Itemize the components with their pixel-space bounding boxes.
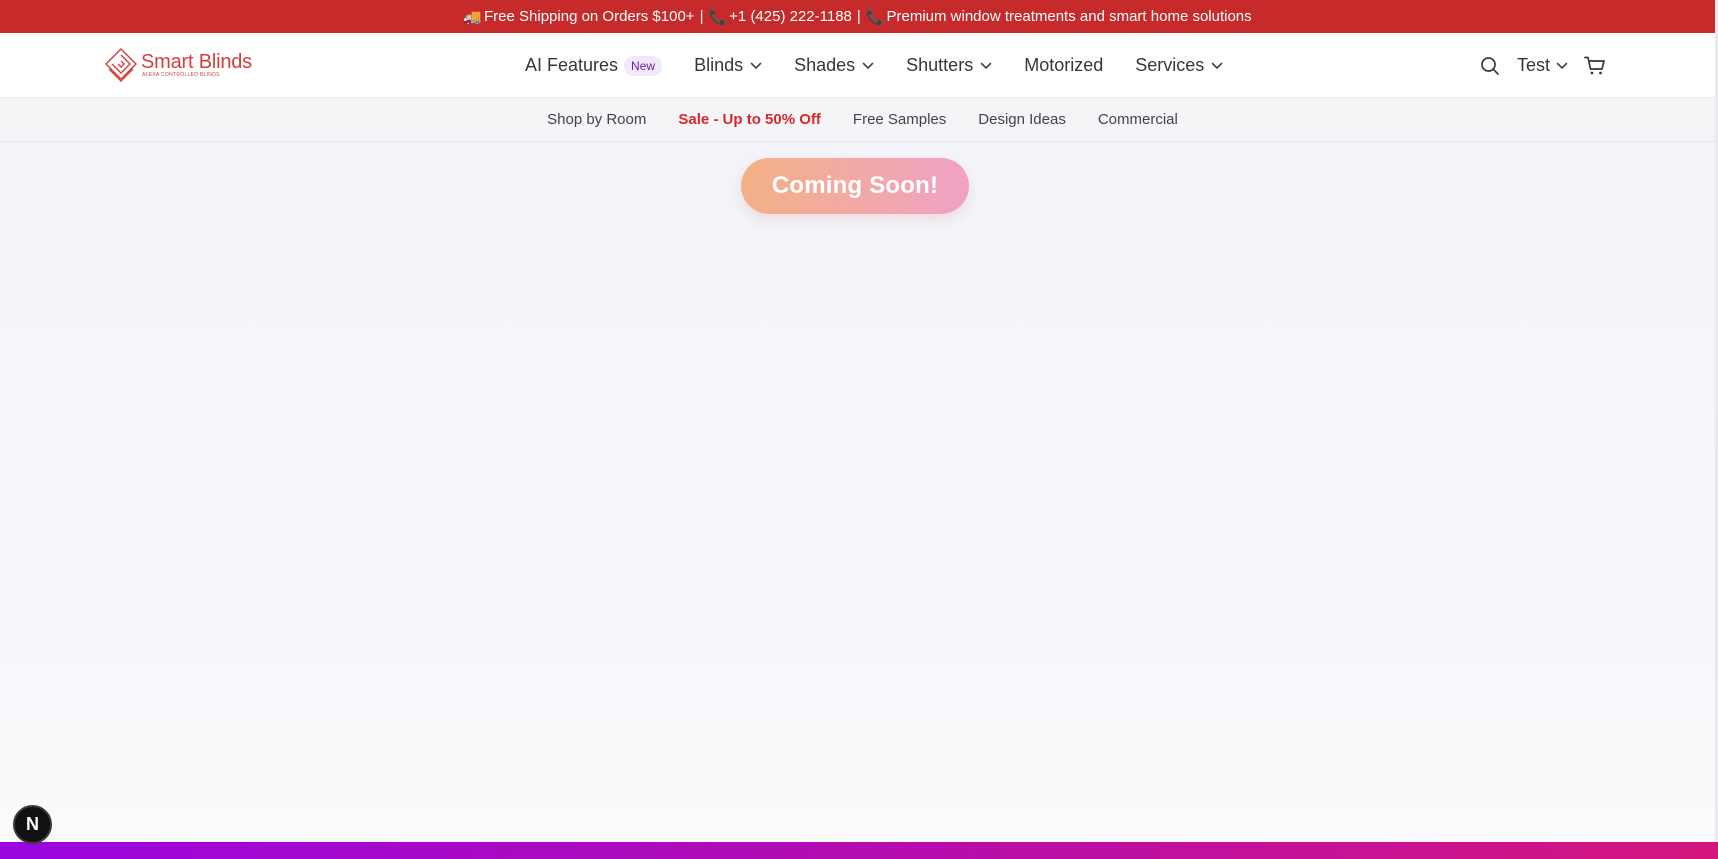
header-actions: Test — [1480, 33, 1606, 98]
main-header: Smart Blinds ALEXA CONTROLLED BLINDS AI … — [0, 33, 1715, 98]
nav-blinds[interactable]: Blinds — [694, 55, 762, 76]
phone-icon: 📞 — [865, 8, 885, 26]
sub-nav-items: Shop by Room Sale - Up to 50% Off Free S… — [531, 111, 1194, 128]
cart-icon[interactable] — [1584, 56, 1606, 76]
account-label: Test — [1517, 55, 1551, 75]
sub-nav: Shop by Room Sale - Up to 50% Off Free S… — [0, 98, 1715, 142]
nav-services-label: Services — [1135, 55, 1205, 75]
separator: | — [856, 8, 861, 25]
nav-shutters-label: Shutters — [906, 55, 974, 75]
nav-motorized[interactable]: Motorized — [1024, 55, 1103, 76]
subnav-shop-by-room[interactable]: Shop by Room — [547, 111, 646, 128]
nav-shades[interactable]: Shades — [794, 55, 874, 76]
logo[interactable]: Smart Blinds ALEXA CONTROLLED BLINDS — [104, 47, 252, 83]
coming-soon-badge: Coming Soon! — [741, 158, 969, 214]
search-icon[interactable] — [1480, 56, 1500, 76]
subnav-sale[interactable]: Sale - Up to 50% Off — [678, 111, 821, 128]
chevron-down-icon — [862, 62, 874, 70]
nav-shutters[interactable]: Shutters — [906, 55, 992, 76]
separator: | — [699, 8, 704, 25]
dev-tools-badge[interactable]: N — [13, 805, 52, 844]
brand-name: Smart Blinds — [141, 51, 252, 73]
main-nav: AI Features New Blinds Shades Shutters M… — [525, 33, 1255, 98]
chevron-down-icon — [980, 62, 992, 70]
nav-ai-features[interactable]: AI Features New — [525, 55, 663, 76]
truck-icon: 🚚 — [463, 8, 483, 26]
phone-icon: 📞 — [708, 8, 728, 26]
chevron-down-icon — [750, 62, 762, 70]
subnav-design-ideas[interactable]: Design Ideas — [978, 111, 1066, 128]
chevron-down-icon — [1556, 62, 1568, 70]
brand-tagline: ALEXA CONTROLLED BLINDS — [142, 72, 220, 78]
nav-motorized-label: Motorized — [1024, 55, 1104, 75]
main-content: Coming Soon! — [0, 142, 1715, 842]
nav-blinds-label: Blinds — [694, 55, 744, 75]
announcement-bar: 🚚 Free Shipping on Orders $100+ | 📞 +1 (… — [0, 0, 1715, 33]
premium-text: Premium window treatments and smart home… — [886, 8, 1252, 25]
nav-ai-features-label: AI Features — [525, 55, 619, 75]
account-menu[interactable]: Test — [1517, 55, 1568, 76]
bottom-gradient-bar — [0, 842, 1718, 859]
shipping-text: Free Shipping on Orders $100+ — [484, 8, 695, 25]
phone-text: +1 (425) 222-1188 — [729, 8, 852, 25]
nav-services[interactable]: Services — [1135, 55, 1223, 76]
page: 🚚 Free Shipping on Orders $100+ | 📞 +1 (… — [0, 0, 1718, 859]
chevron-down-icon — [1211, 62, 1223, 70]
subnav-commercial[interactable]: Commercial — [1098, 111, 1178, 128]
logo-text: Smart Blinds ALEXA CONTROLLED BLINDS — [141, 52, 252, 78]
nav-shades-label: Shades — [794, 55, 856, 75]
new-badge: New — [624, 55, 663, 76]
subnav-free-samples[interactable]: Free Samples — [853, 111, 946, 128]
logo-mark-icon — [105, 48, 137, 82]
